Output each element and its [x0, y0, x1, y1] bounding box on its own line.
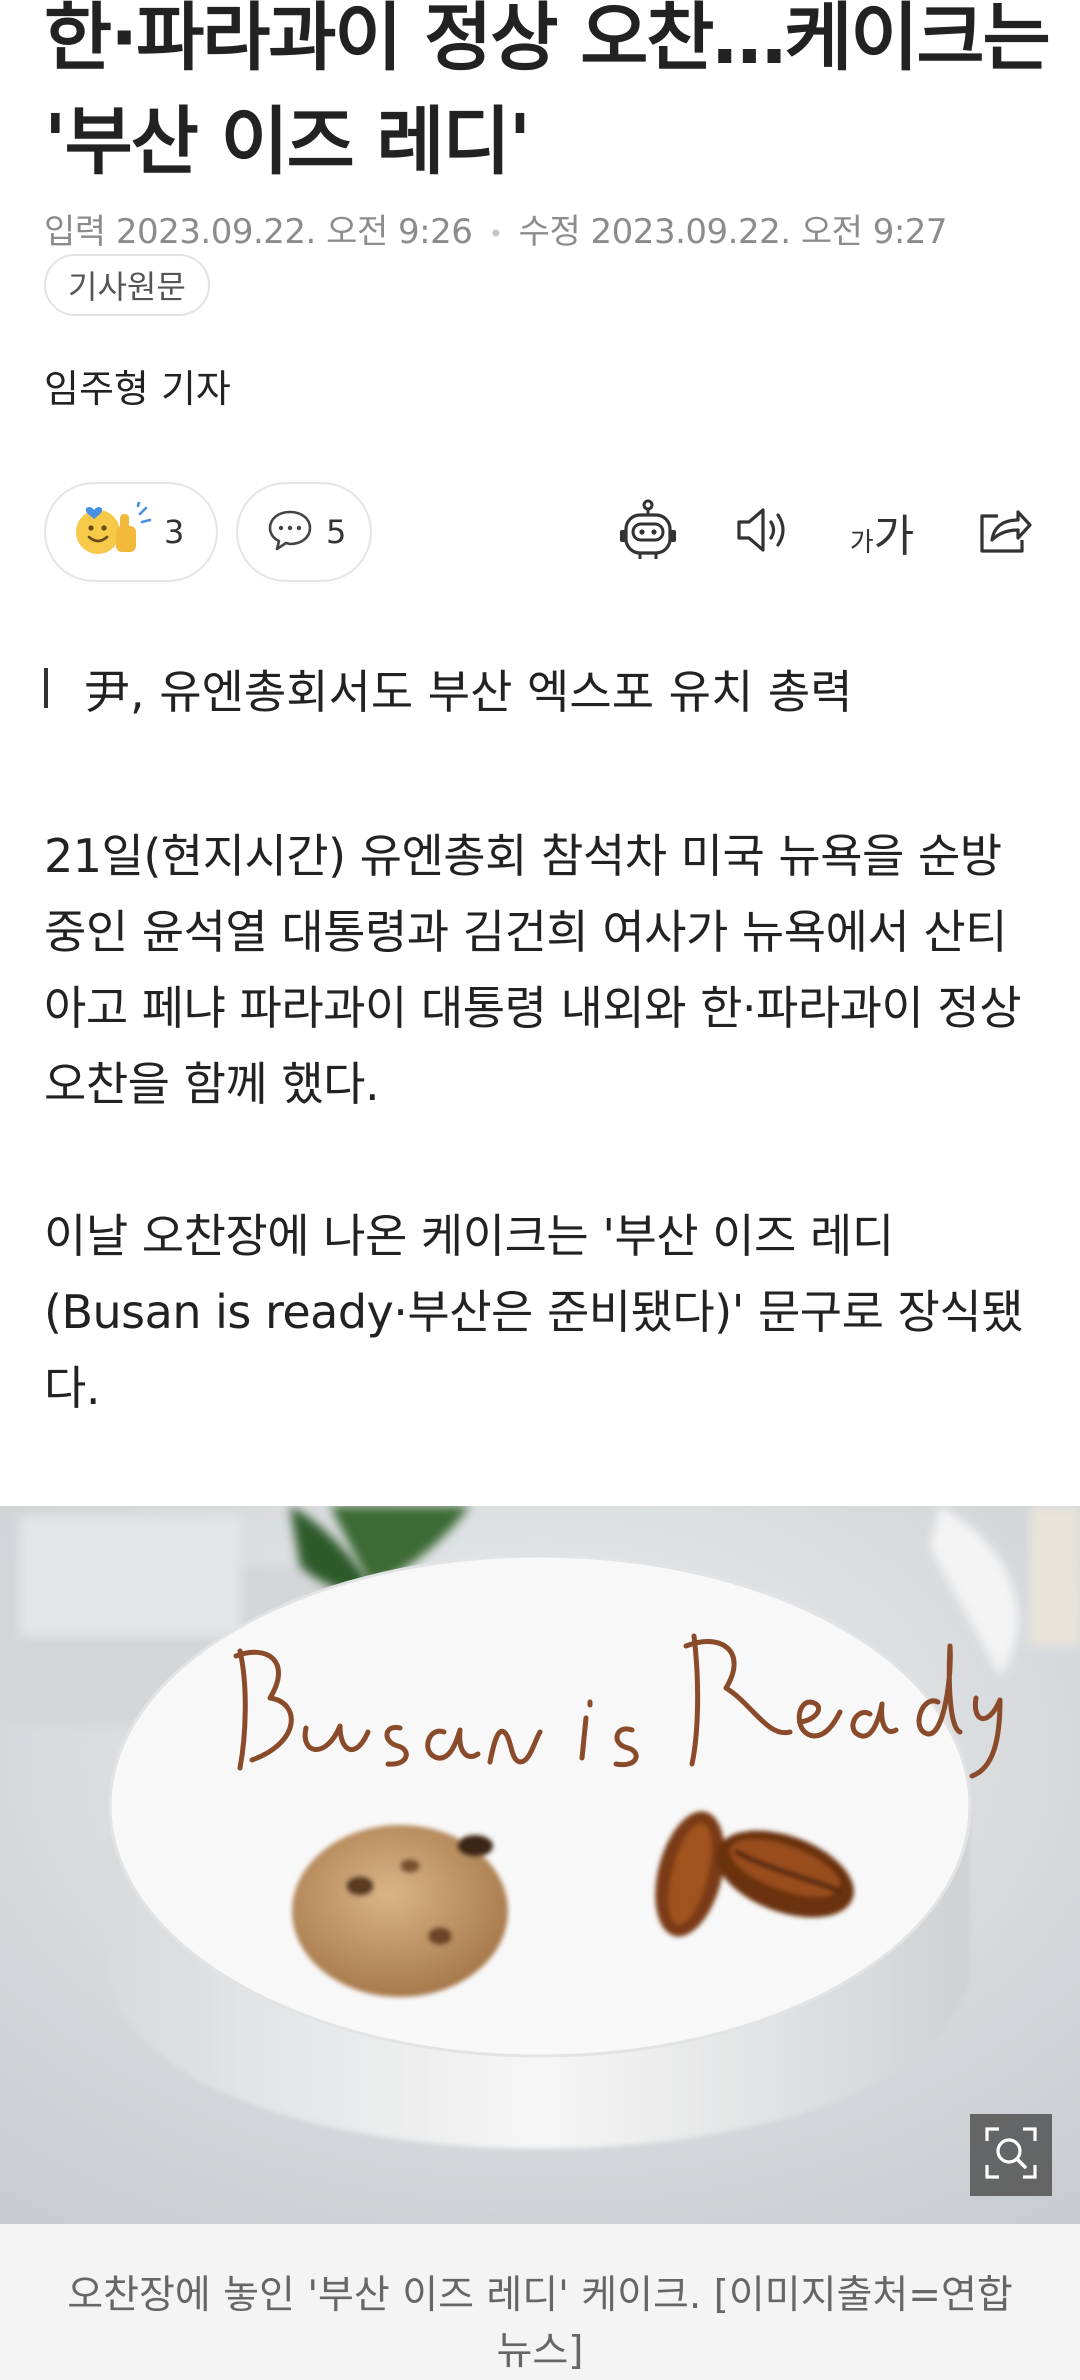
robot-summary-icon — [616, 498, 680, 566]
input-time: 2023.09.22. 오전 9:26 — [115, 212, 473, 252]
article-subheading: 尹, 유엔총회서도 부산 엑스포 유치 총력 — [44, 660, 853, 724]
comment-button[interactable]: 5 — [236, 482, 372, 582]
cookie-decoration — [292, 1825, 508, 1997]
article-paragraph-1: 21일(현지시간) 유엔총회 참석차 미국 뉴욕을 순방 중인 윤석열 대통령과… — [44, 829, 1022, 1111]
font-size-button[interactable]: 가가 — [842, 492, 922, 572]
reaction-button[interactable]: 3 — [44, 482, 218, 582]
original-article-button[interactable]: 기사원문 — [44, 254, 210, 316]
summary-bot-button[interactable] — [608, 492, 688, 572]
article-title: 한·파라과이 정상 오찬…케이크는 '부산 이즈 레디' — [44, 0, 1051, 185]
speaker-icon — [735, 505, 793, 559]
comment-icon — [266, 508, 314, 556]
image-caption: 오찬장에 놓인 '부산 이즈 레디' 케이크. [이미지출처=연합뉴스] — [0, 2224, 1080, 2380]
comment-count: 5 — [326, 513, 347, 551]
article-meta: 입력 2023.09.22. 오전 9:26 • 수정 2023.09.22. … — [44, 204, 948, 253]
reaction-emoji-icon — [72, 500, 152, 562]
meta-separator: • — [488, 219, 503, 248]
article-paragraph-2: 이날 오찬장에 나온 케이크는 '부산 이즈 레디(Busan is ready… — [44, 1209, 1024, 1415]
font-size-icon: 가가 — [850, 500, 914, 564]
reporter-name[interactable]: 임주형 기자 — [44, 358, 231, 413]
zoom-icon — [983, 2125, 1039, 2185]
font-size-small-glyph: 가 — [849, 528, 874, 558]
share-icon — [976, 504, 1032, 560]
input-label: 입력 — [44, 212, 106, 252]
cake-photo-illustration — [0, 1506, 1080, 2224]
edit-time: 2023.09.22. 오전 9:27 — [590, 212, 948, 252]
image-zoom-button[interactable] — [970, 2114, 1052, 2196]
font-size-large-glyph: 가 — [873, 511, 915, 562]
share-button[interactable] — [964, 492, 1044, 572]
article-photo[interactable] — [0, 1506, 1080, 2224]
listen-button[interactable] — [724, 492, 804, 572]
reaction-count: 3 — [164, 513, 185, 551]
edit-label: 수정 — [518, 212, 581, 252]
